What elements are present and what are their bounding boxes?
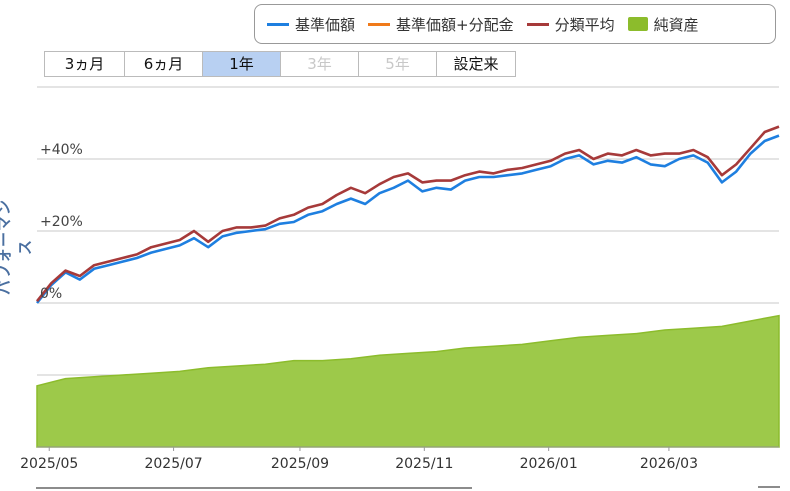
series-line [35,125,780,303]
x-tick-label: 2025/09 [271,456,329,472]
x-tick-label: 2025/07 [144,456,202,472]
x-tick-label: 2026/01 [520,456,578,472]
x-tick-label: 2025/05 [20,456,78,472]
net-assets-area [36,314,780,448]
x-tick-label: 2025/11 [395,456,453,472]
performance-chart: 0% +20% +40% 2025/05 2025/07 2025/09 2025/11 20… [20,86,780,489]
y-tick-label: 0% [40,286,62,302]
x-tick-label: 2026/03 [640,456,698,472]
y-tick-label: +20% [40,214,83,230]
y-tick-label: +40% [40,142,83,158]
series-line [35,134,780,304]
